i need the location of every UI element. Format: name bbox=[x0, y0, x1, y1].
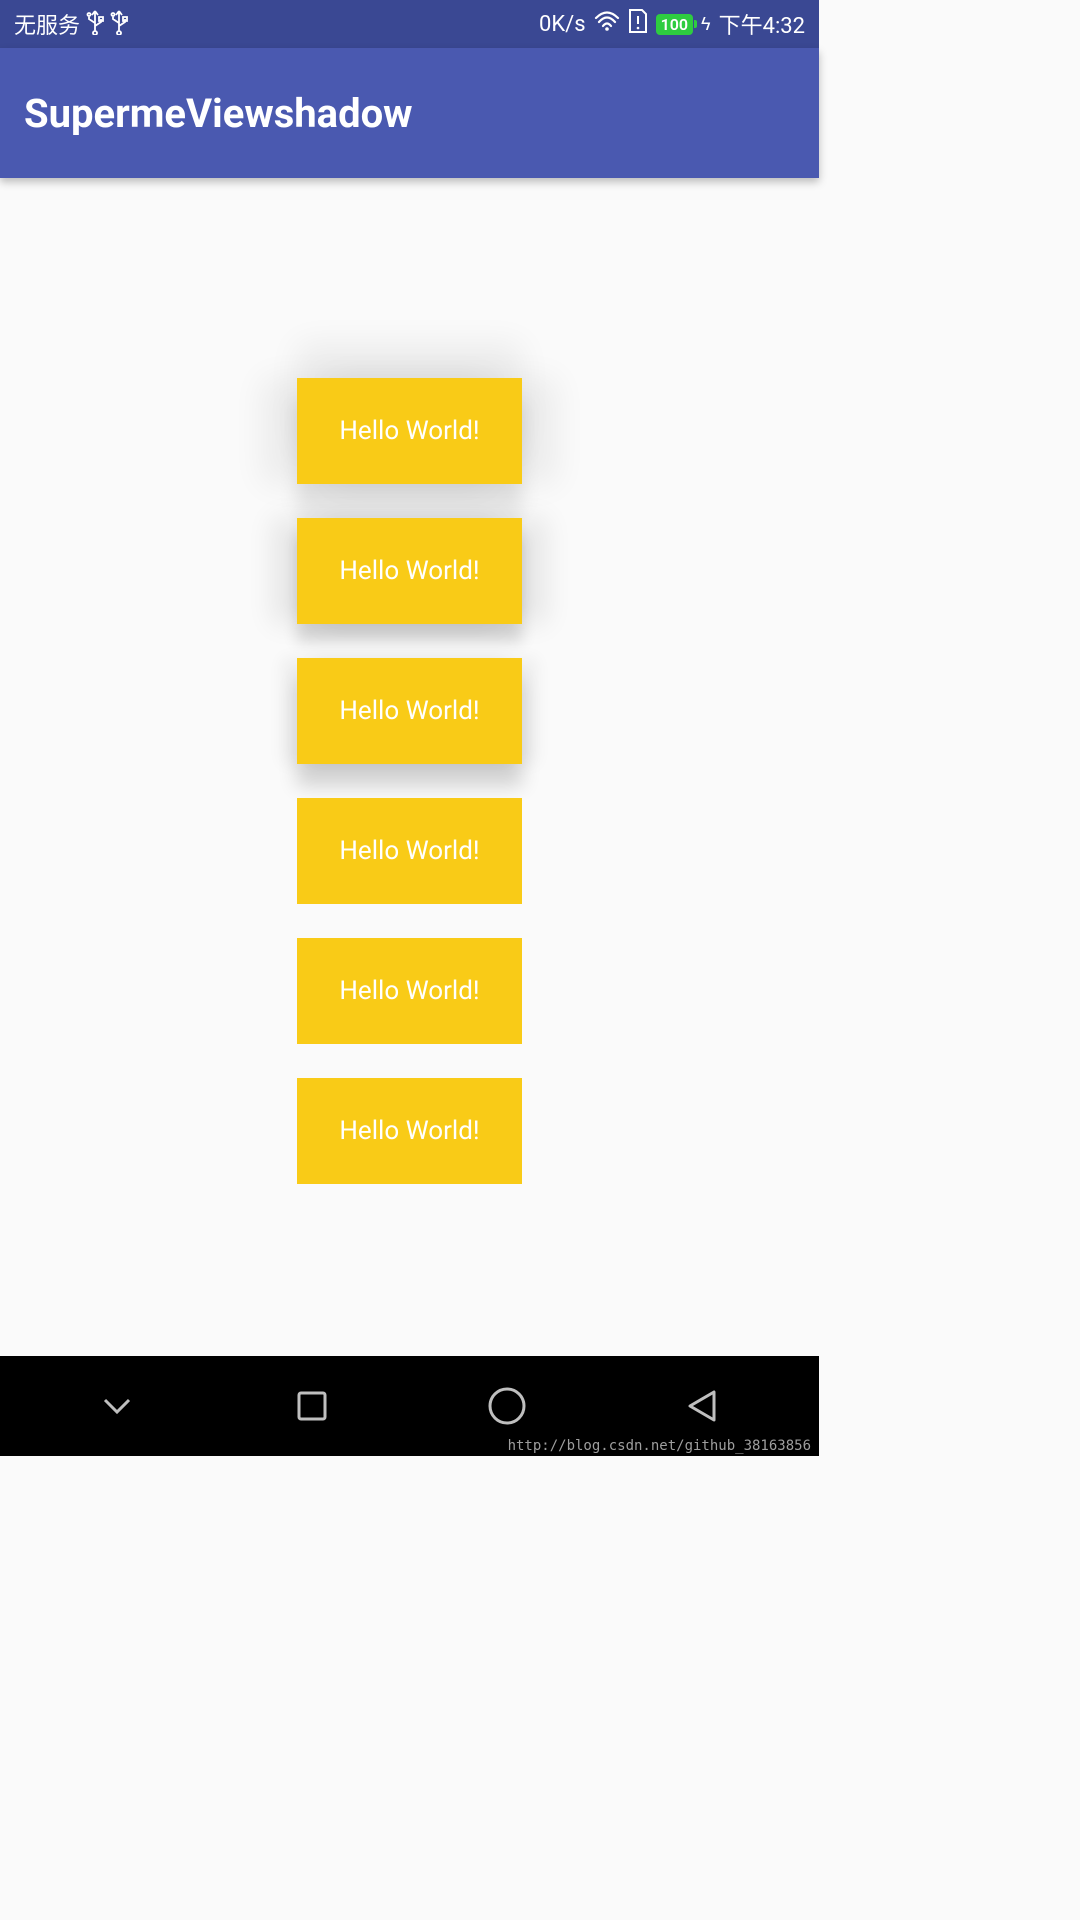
status-right: 0K/s 100 ϟ 下午4:32 bbox=[539, 8, 805, 40]
card-label: Hello World! bbox=[339, 836, 479, 866]
app-title: SupermeViewshadow bbox=[24, 90, 413, 137]
status-left: 无服务 bbox=[14, 8, 128, 40]
card-label: Hello World! bbox=[339, 976, 479, 1006]
recent-apps-button[interactable] bbox=[288, 1382, 336, 1430]
usb-icon bbox=[110, 9, 128, 40]
card-label: Hello World! bbox=[339, 416, 479, 446]
data-rate: 0K/s bbox=[539, 12, 586, 37]
shadow-card[interactable]: Hello World! bbox=[297, 938, 522, 1044]
home-button[interactable] bbox=[483, 1382, 531, 1430]
battery-level: 100 bbox=[661, 15, 688, 34]
lightning-icon: ϟ bbox=[701, 14, 711, 35]
usb-icon bbox=[86, 9, 104, 40]
app-bar: SupermeViewshadow bbox=[0, 48, 819, 178]
battery-indicator: 100 bbox=[656, 14, 693, 35]
wifi-icon bbox=[594, 10, 620, 38]
clock-time: 下午4:32 bbox=[719, 8, 805, 40]
card-label: Hello World! bbox=[339, 1116, 479, 1146]
shadow-card[interactable]: Hello World! bbox=[297, 798, 522, 904]
watermark-text: http://blog.csdn.net/github_38163856 bbox=[508, 1438, 811, 1454]
service-text: 无服务 bbox=[14, 8, 80, 40]
card-label: Hello World! bbox=[339, 696, 479, 726]
content-area: Hello World! Hello World! Hello World! H… bbox=[0, 178, 819, 1184]
status-bar: 无服务 0K/s 100 ϟ 下午4:32 bbox=[0, 0, 819, 48]
sim-alert-icon bbox=[628, 8, 648, 40]
card-label: Hello World! bbox=[339, 556, 479, 586]
shadow-card[interactable]: Hello World! bbox=[297, 378, 522, 484]
shadow-card[interactable]: Hello World! bbox=[297, 1078, 522, 1184]
hide-keyboard-button[interactable] bbox=[93, 1382, 141, 1430]
shadow-card[interactable]: Hello World! bbox=[297, 518, 522, 624]
shadow-card[interactable]: Hello World! bbox=[297, 658, 522, 764]
back-button[interactable] bbox=[678, 1382, 726, 1430]
